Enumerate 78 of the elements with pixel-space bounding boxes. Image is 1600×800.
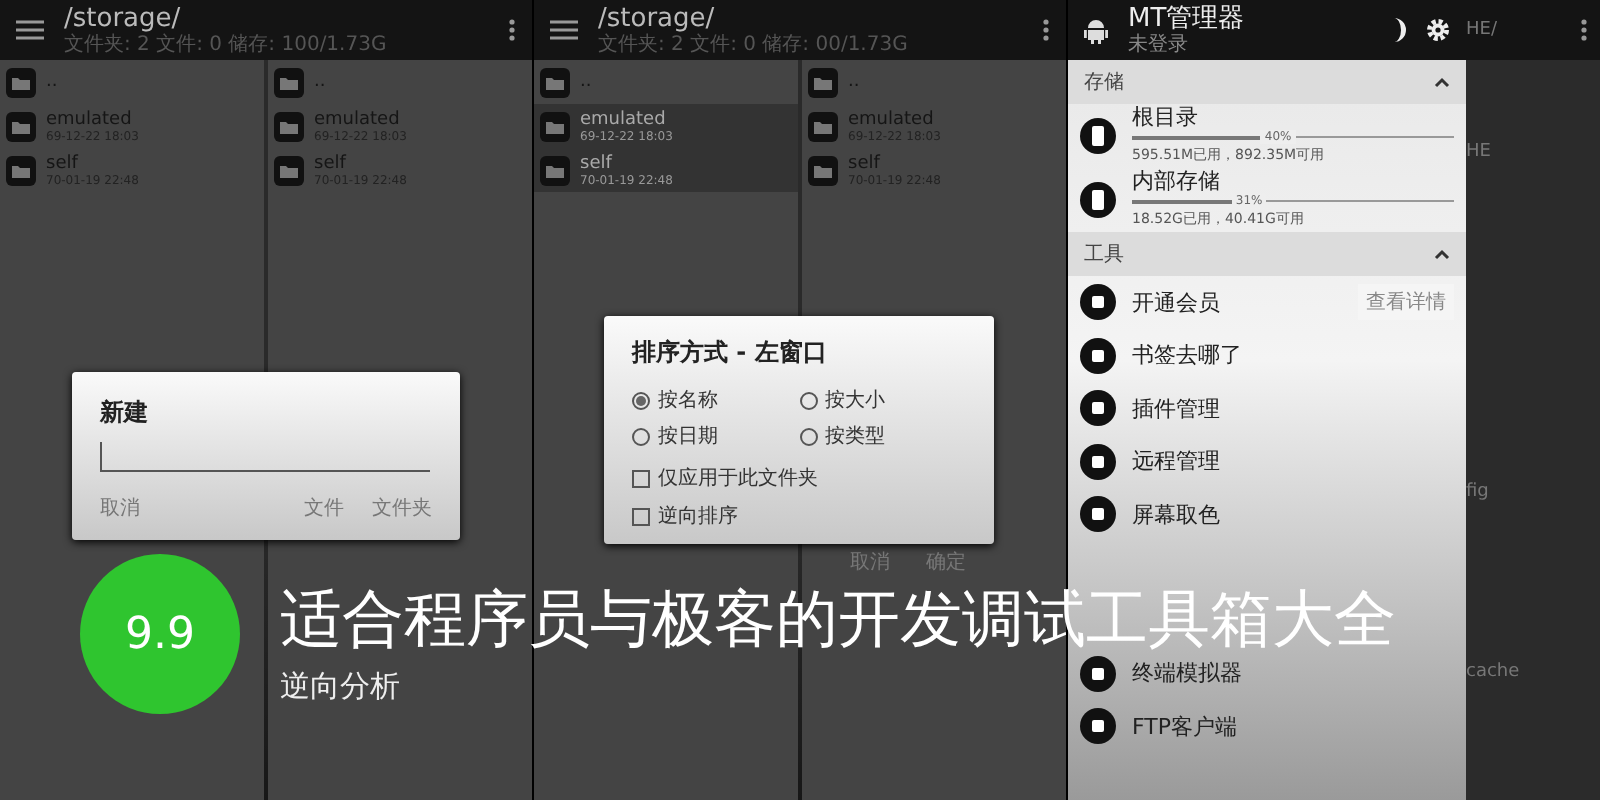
background-text: fig xyxy=(1466,482,1491,502)
tool-item[interactable]: 插件管理 xyxy=(1068,382,1466,435)
dialog-button[interactable]: 文件 xyxy=(304,494,344,522)
more-menu-icon[interactable] xyxy=(1580,18,1588,42)
app-title: MT管理器 xyxy=(1128,5,1247,33)
path-title: /storage/ xyxy=(64,5,183,33)
folder-icon xyxy=(6,67,36,97)
file-name: emulated xyxy=(580,109,668,129)
folder-icon xyxy=(808,111,838,141)
menu-icon[interactable] xyxy=(16,20,44,40)
dialog-button[interactable]: 文件夹 xyxy=(372,494,432,522)
background-text: HE/ xyxy=(1466,20,1497,40)
dialog-title: 排序方式 - 左窗口 xyxy=(632,336,829,370)
checkbox[interactable] xyxy=(632,469,650,487)
phone-icon xyxy=(1080,118,1116,154)
file-name: .. xyxy=(848,72,860,92)
dialog-button[interactable]: 取消 xyxy=(100,494,140,522)
folder-icon xyxy=(540,67,570,97)
radio-label: 按名称 xyxy=(658,387,718,414)
file-name: .. xyxy=(580,72,592,92)
radio-label: 按日期 xyxy=(658,423,718,450)
radio-button[interactable] xyxy=(799,427,817,445)
tool-item[interactable]: 屏幕取色 xyxy=(1068,488,1466,541)
radio-button[interactable] xyxy=(632,391,650,409)
circle-icon xyxy=(1080,337,1116,374)
storage-label: 根目录 xyxy=(1132,106,1200,130)
robot-icon xyxy=(1084,17,1108,43)
background-text: HE xyxy=(1466,142,1493,162)
file-name: .. xyxy=(46,72,58,92)
circle-icon xyxy=(1080,496,1116,533)
radio-label: 按类型 xyxy=(825,423,885,450)
path-title: /storage/ xyxy=(598,5,717,33)
checkbox-label: 仅应用于此文件夹 xyxy=(658,465,818,492)
section-header[interactable]: 工具 xyxy=(1068,232,1466,276)
folder-icon xyxy=(274,67,304,97)
radio-label: 按大小 xyxy=(825,387,885,414)
file-row[interactable]: .. xyxy=(268,60,532,104)
name-input-field[interactable] xyxy=(100,442,430,472)
settings-icon[interactable] xyxy=(1426,18,1450,42)
folder-icon xyxy=(6,155,36,185)
file-name: .. xyxy=(314,72,326,92)
folder-icon xyxy=(540,155,570,185)
circle-icon xyxy=(1080,443,1116,480)
circle-icon xyxy=(1080,284,1116,321)
phone-icon xyxy=(1080,182,1116,218)
circle-icon xyxy=(1080,390,1116,427)
tool-item[interactable]: 远程管理 xyxy=(1068,435,1466,488)
checkbox-label: 逆向排序 xyxy=(658,503,738,530)
file-name: self xyxy=(580,153,614,173)
section-header[interactable]: 存储 xyxy=(1068,60,1466,104)
account-status: 未登录 xyxy=(1128,33,1190,55)
storage-label: 内部存储 xyxy=(1132,170,1222,194)
dialog-title: 新建 xyxy=(100,396,150,430)
file-row[interactable]: .. xyxy=(0,60,264,104)
radio-button[interactable] xyxy=(632,427,650,445)
category-label: 逆向分析 xyxy=(280,666,400,706)
folder-icon xyxy=(274,155,304,185)
folder-summary: 文件夹: 2 文件: 0 储存: 00/1.73G xyxy=(598,33,910,55)
tool-item[interactable]: 开通会员 查看详情 xyxy=(1068,276,1466,329)
more-menu-icon[interactable] xyxy=(1042,18,1050,42)
file-row[interactable]: .. xyxy=(534,60,798,104)
radio-button[interactable] xyxy=(799,391,817,409)
checkbox[interactable] xyxy=(632,507,650,525)
circle-icon xyxy=(1080,655,1116,692)
menu-icon[interactable] xyxy=(550,20,578,40)
folder-icon xyxy=(808,155,838,185)
circle-icon xyxy=(1080,708,1116,745)
more-menu-icon[interactable] xyxy=(508,18,516,42)
tool-item[interactable]: FTP客户端 xyxy=(1068,700,1466,753)
folder-icon xyxy=(274,111,304,141)
file-row[interactable]: .. xyxy=(802,60,1066,104)
folder-summary: 文件夹: 2 文件: 0 储存: 100/1.73G xyxy=(64,33,389,55)
tool-item[interactable]: 终端模拟器 xyxy=(1068,647,1466,700)
tool-item[interactable]: 书签去哪了 xyxy=(1068,329,1466,382)
background-text: cache xyxy=(1466,662,1522,682)
folder-icon xyxy=(808,67,838,97)
folder-icon xyxy=(540,111,570,141)
folder-icon xyxy=(6,111,36,141)
